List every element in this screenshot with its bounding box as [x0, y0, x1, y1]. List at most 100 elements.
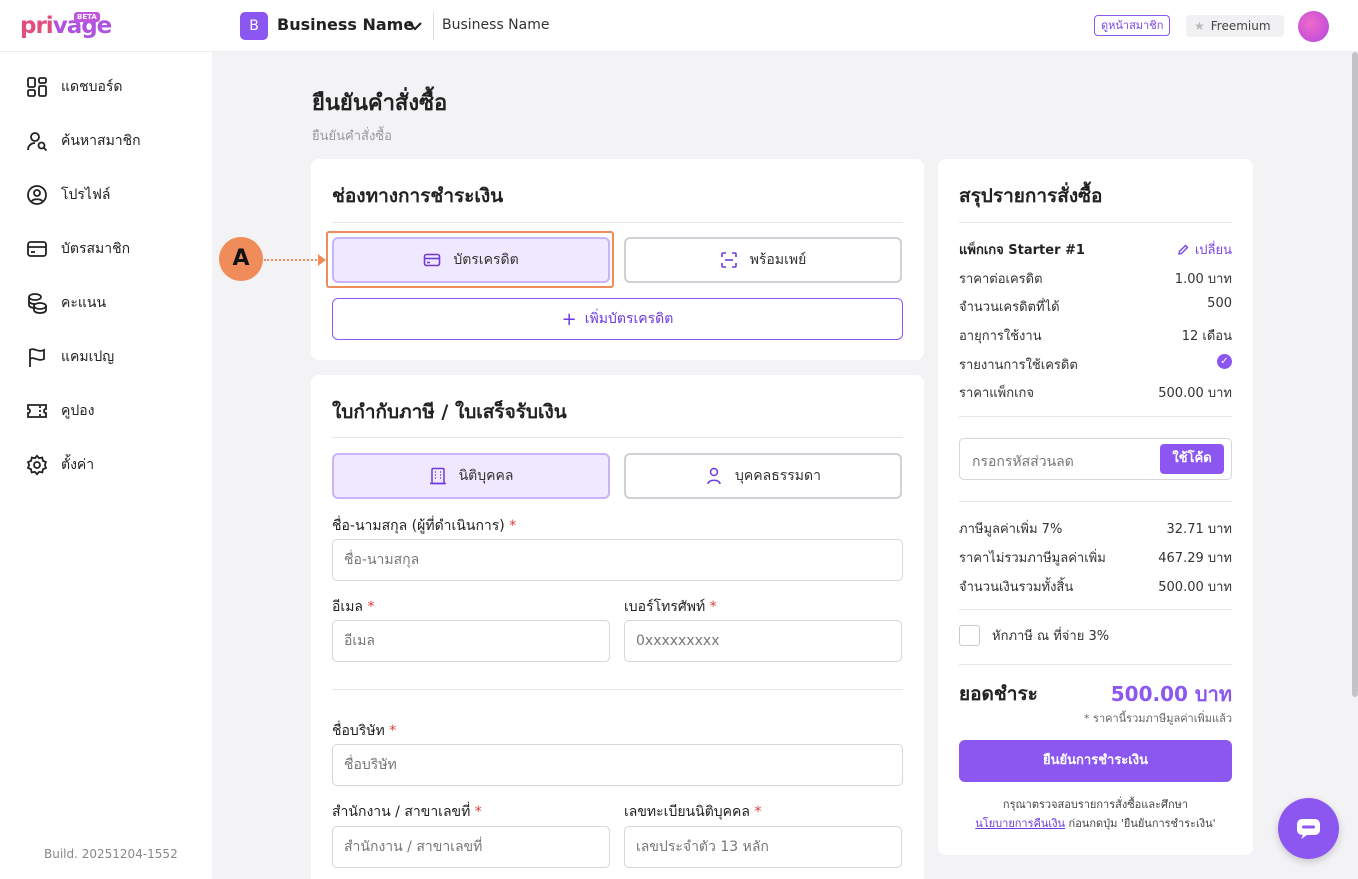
plan-badge[interactable]: ★ Freemium — [1186, 15, 1284, 37]
chat-icon — [1297, 819, 1320, 839]
header-divider — [433, 12, 434, 40]
qr-scan-icon — [720, 252, 737, 268]
build-version: Build. 20251204-1552 — [44, 847, 178, 861]
scrollbar[interactable] — [1352, 52, 1358, 697]
breadcrumb[interactable]: ยืนยันคำสั่งซื้อ — [312, 125, 392, 146]
annotation-arrow — [318, 254, 326, 266]
apply-coupon-button[interactable]: ใช้โค้ด — [1160, 444, 1224, 474]
price-per-credit-row: ราคาต่อเครดิต 1.00 บาท — [959, 272, 1232, 287]
plan-label: Freemium — [1210, 19, 1271, 33]
sidebar-item-search-member[interactable]: ค้นหาสมาชิก — [26, 128, 141, 154]
invoice-card: ใบกำกับภาษี / ใบเสร็จรับเงิน นิติบุคคล บ… — [311, 375, 924, 879]
vat-row: ภาษีมูลค่าเพิ่ม 7% 32.71 บาท — [959, 522, 1232, 537]
coupon-input[interactable]: กรอกรหัสส่วนลด — [972, 451, 1074, 473]
branch-input[interactable]: สำนักงาน / สาขาเลขที่ — [332, 826, 610, 868]
withholding-tax-checkbox[interactable]: หักภาษี ณ ที่จ่าย 3% — [959, 625, 1109, 646]
coins-icon — [28, 293, 47, 314]
total-value: 500.00 บาท — [1110, 682, 1232, 706]
phone-field[interactable]: 0xxxxxxxxx — [624, 620, 902, 662]
change-package-link[interactable]: เปลี่ยน — [1177, 239, 1232, 260]
tax-id-label: เลขทะเบียนนิติบุคคล * — [624, 804, 762, 820]
pre-vat-row: ราคาไม่รวมภาษีมูลค่าเพิ่ม 467.29 บาท — [959, 551, 1232, 566]
confirm-payment-button[interactable]: ยืนยันการชำระเงิน — [959, 740, 1232, 782]
beta-badge: BETA — [74, 12, 100, 22]
divider — [959, 501, 1232, 502]
business-avatar[interactable]: B — [240, 12, 268, 40]
gear-icon — [26, 454, 48, 476]
page-title: ยืนยันคำสั่งซื้อ — [312, 91, 448, 116]
sidebar-item-profile[interactable]: โปรไฟล์ — [26, 182, 110, 208]
promptpay-option[interactable]: พร้อมเพย์ — [624, 237, 902, 283]
sidebar-item-label: คะแนน — [61, 295, 107, 311]
company-name-label: ชื่อบริษัท * — [332, 723, 397, 739]
sidebar-item-campaign[interactable]: แคมเปญ — [26, 344, 114, 370]
top-header: privage BETA B Business Name Business Na… — [0, 0, 1358, 52]
refund-policy-note: กรุณาตรวจสอบรายการสั่งซื้อและศึกษา นโยบา… — [975, 798, 1216, 830]
email-field[interactable]: อีเมล — [332, 620, 610, 662]
company-name-input[interactable]: ชื่อบริษัท — [332, 744, 903, 786]
business-switcher[interactable]: Business Name — [277, 15, 414, 34]
star-icon: ★ — [1194, 19, 1205, 33]
individual-option[interactable]: บุคคลธรรมดา — [624, 453, 902, 499]
divider — [959, 664, 1232, 665]
chevron-down-icon[interactable] — [405, 17, 425, 35]
order-summary-title: สรุปรายการสั่งซื้อ — [959, 185, 1103, 207]
credit-report-row: รายงานการใช้เครดิต ✓ — [959, 354, 1232, 375]
phone-label: เบอร์โทรศัพท์ * — [624, 599, 717, 615]
annotation-marker-a: A — [219, 237, 263, 281]
sidebar-item-dashboard[interactable]: แดชบอร์ด — [26, 74, 123, 100]
sidebar-item-label: ค้นหาสมาชิก — [61, 133, 141, 149]
user-avatar[interactable] — [1298, 11, 1329, 42]
ticket-icon — [27, 404, 47, 418]
payment-method-title: ช่องทางการชำระเงิน — [332, 185, 504, 207]
divider — [959, 609, 1232, 610]
full-name-label: ชื่อ-นามสกุล (ผู้ที่ดำเนินการ) * — [332, 518, 517, 534]
sidebar-item-settings[interactable]: ตั้งค่า — [26, 452, 94, 478]
sidebar-item-label: บัตรสมาชิก — [61, 241, 131, 257]
divider — [332, 222, 903, 223]
business-name-label: Business Name — [442, 17, 550, 33]
tax-id-input[interactable]: เลขประจำตัว 13 หลัก — [624, 826, 902, 868]
grand-total-row: จำนวนเงินรวมทั้งสิ้น 500.00 บาท — [959, 580, 1232, 595]
juristic-person-label: นิติบุคคล — [458, 468, 514, 484]
coupon-input-group: กรอกรหัสส่วนลด ใช้โค้ด — [959, 438, 1232, 480]
validity-row: อายุการใช้งาน 12 เดือน — [959, 329, 1232, 344]
invoice-title: ใบกำกับภาษี / ใบเสร็จรับเงิน — [332, 401, 567, 423]
branch-label: สำนักงาน / สาขาเลขที่ * — [332, 804, 482, 820]
annotation-line — [264, 259, 320, 261]
refund-policy-link[interactable]: นโยบายการคืนเงิน — [975, 817, 1065, 830]
sidebar-item-label: แคมเปญ — [61, 349, 115, 365]
withholding-tax-label: หักภาษี ณ ที่จ่าย 3% — [992, 629, 1110, 644]
promptpay-label: พร้อมเพย์ — [749, 252, 807, 268]
flag-icon — [29, 348, 45, 367]
sidebar-item-coupon[interactable]: คูปอง — [26, 398, 95, 424]
individual-label: บุคคลธรรมดา — [735, 468, 821, 484]
check-icon: ✓ — [1217, 354, 1232, 369]
checkbox[interactable] — [959, 625, 980, 646]
package-name: แพ็กเกจ Starter #1 — [959, 243, 1085, 258]
email-label: อีเมล * — [332, 599, 375, 615]
credit-card-highlight — [326, 231, 614, 288]
vat-included-note: * ราคานี้รวมภาษีมูลค่าเพิ่มแล้ว — [1084, 712, 1232, 725]
full-name-input[interactable]: ชื่อ-นามสกุล — [332, 539, 903, 581]
dashboard-icon — [27, 77, 47, 97]
profile-icon — [27, 185, 47, 205]
add-credit-card-button[interactable]: + เพิ่มบัตรเครดิต — [332, 298, 903, 340]
view-member-page-button[interactable]: ดูหน้าสมาชิก — [1094, 15, 1171, 36]
divider — [959, 222, 1232, 223]
total-label: ยอดชำระ — [959, 683, 1038, 705]
building-icon — [429, 467, 446, 485]
sidebar-item-label: ตั้งค่า — [61, 457, 95, 473]
juristic-person-option[interactable]: นิติบุคคล — [332, 453, 610, 499]
divider — [959, 416, 1232, 417]
plus-icon: + — [561, 308, 577, 330]
change-label: เปลี่ยน — [1194, 243, 1232, 258]
sidebar-item-label: โปรไฟล์ — [61, 187, 111, 203]
chat-button[interactable] — [1278, 798, 1339, 859]
sidebar-item-points[interactable]: คะแนน — [26, 290, 106, 316]
sidebar-item-member-card[interactable]: บัตรสมาชิก — [26, 236, 130, 262]
package-price-row: ราคาแพ็กเกจ 500.00 บาท — [959, 386, 1232, 401]
card-icon — [27, 241, 47, 257]
person-icon — [707, 467, 721, 485]
sidebar: แดชบอร์ด ค้นหาสมาชิก โปรไฟล์ บัตรสมาชิก … — [0, 52, 212, 879]
